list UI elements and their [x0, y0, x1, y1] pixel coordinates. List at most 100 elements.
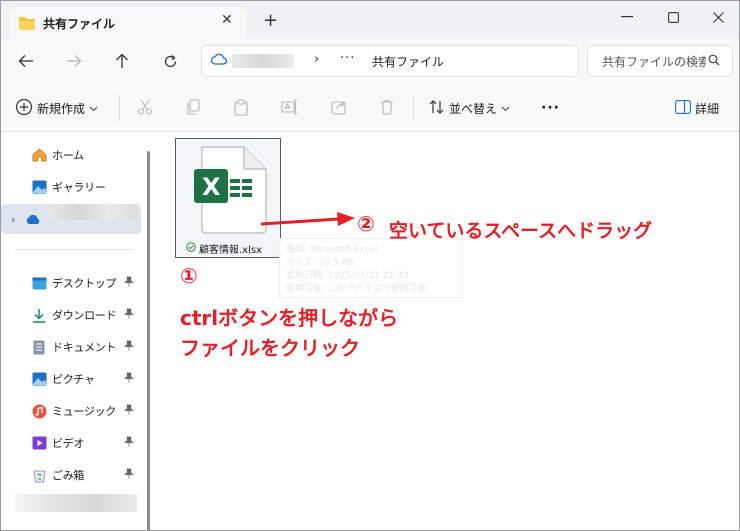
more-options-button[interactable]: ··· [541, 97, 560, 119]
pin-icon [123, 372, 135, 386]
step2-instruction: 空いているスペースへドラッグ [389, 220, 653, 242]
file-tooltip: 種類: Microsoft Excel サイズ: 20.5 KB 更新日時: 2… [279, 238, 463, 298]
sidebar-item-label: ピクチャ [52, 373, 95, 386]
pictures-icon [31, 371, 47, 387]
search-box[interactable]: 共有ファイルの検索 [587, 45, 733, 77]
sidebar-item-label: ダウンロード [52, 309, 117, 322]
arrow-right-icon [67, 55, 82, 67]
recycle-bin-icon [31, 467, 47, 483]
command-bar: 新規作成 並べ替え ··· 詳細 [1, 83, 739, 132]
details-label: 詳細 [695, 101, 720, 116]
sidebar-item-documents[interactable]: ドキュメント [15, 335, 141, 359]
blurred-sidebar-item [15, 494, 137, 512]
sidebar-item-desktop[interactable]: デスクトップ [15, 271, 141, 295]
download-icon [31, 307, 47, 323]
step2-number: ② [357, 212, 375, 236]
sidebar-item-gallery[interactable]: ギャラリー [15, 175, 141, 199]
chevron-down-icon [501, 101, 510, 115]
navigation-pane: ホーム ギャラリー › デスクトップ ダウンロード ドキュメント ピクチャ ミュ… [1, 132, 151, 530]
refresh-icon [164, 54, 176, 67]
details-button[interactable]: 詳細 [675, 97, 719, 119]
delete-button[interactable] [377, 97, 397, 117]
document-icon [31, 339, 47, 355]
file-item-selected[interactable]: X 顧客情報.xlsx [175, 138, 281, 258]
share-button[interactable] [329, 97, 349, 117]
divider [119, 95, 120, 121]
maximize-button[interactable] [653, 4, 693, 30]
sort-button[interactable]: 並べ替え [429, 97, 510, 119]
file-name: 顧客情報.xlsx [186, 241, 262, 256]
copy-button[interactable] [183, 97, 203, 117]
arrow-up-icon [116, 53, 128, 68]
sidebar-item-label: ドキュメント [52, 341, 117, 354]
sidebar-item-home[interactable]: ホーム [15, 143, 141, 167]
breadcrumb-overflow-button[interactable]: ··· [340, 51, 355, 66]
sidebar-item-downloads[interactable]: ダウンロード [15, 303, 141, 327]
step1-instruction-line1: ctrlボタンを押しながら [180, 306, 399, 330]
file-explorer-window: 共有ファイル ✕ + › ··· 共有ファイル 共有ファイルの検索 新規作成 並… [0, 0, 740, 531]
onedrive-cloud-icon [25, 211, 41, 227]
search-placeholder: 共有ファイルの検索 [602, 55, 706, 69]
close-window-button[interactable] [698, 4, 738, 30]
navigation-bar: › ··· 共有ファイル 共有ファイルの検索 [1, 39, 739, 83]
file-list-area[interactable]: X 顧客情報.xlsx 種類: Microsoft Excel サイズ: 20.… [153, 132, 739, 530]
sidebar-item-label: ビデオ [52, 437, 85, 450]
step1-instruction-line2: ファイルをクリック [180, 336, 360, 360]
minimize-icon [621, 16, 633, 18]
sidebar-item-label: ごみ箱 [52, 469, 85, 482]
breadcrumb-chevron[interactable]: › [314, 52, 319, 67]
forward-button[interactable] [63, 51, 85, 71]
music-icon [31, 403, 47, 419]
step1-number: ① [180, 264, 198, 288]
up-button[interactable] [111, 51, 133, 71]
trash-icon [381, 99, 393, 115]
title-bar: 共有ファイル ✕ + [1, 1, 739, 39]
address-bar[interactable]: › ··· 共有ファイル [201, 45, 579, 77]
pin-icon [123, 436, 135, 450]
sidebar-item-label: ミュージック [52, 405, 116, 418]
cut-button[interactable] [135, 97, 155, 117]
pin-icon [123, 468, 135, 482]
minimize-button[interactable] [607, 4, 647, 30]
new-tab-button[interactable]: + [263, 10, 278, 31]
share-icon [331, 101, 346, 115]
details-pane-icon [675, 99, 691, 117]
desktop-icon [31, 275, 47, 291]
video-icon [31, 435, 47, 451]
sidebar-item-label: ホーム [52, 149, 84, 162]
maximize-icon [667, 11, 679, 23]
pin-icon [123, 308, 135, 322]
rename-icon [280, 99, 297, 115]
scissors-icon [137, 99, 153, 115]
sidebar-item-videos[interactable]: ビデオ [15, 431, 141, 455]
back-button[interactable] [15, 51, 37, 71]
gallery-icon [31, 179, 47, 195]
blurred-path-segment [232, 54, 294, 68]
pin-icon [123, 340, 135, 354]
blurred-account-name [49, 204, 137, 220]
tab-title: 共有ファイル [43, 17, 116, 31]
clipboard-icon [234, 98, 248, 116]
divider [15, 249, 133, 250]
sort-icon [429, 99, 445, 118]
tab-close-button[interactable]: ✕ [221, 12, 233, 28]
arrow-left-icon [18, 55, 33, 67]
sort-label: 並べ替え [449, 101, 498, 116]
sidebar-item-pictures[interactable]: ピクチャ [15, 367, 141, 391]
refresh-button[interactable] [159, 51, 181, 71]
sidebar-item-music[interactable]: ミュージック [15, 399, 141, 423]
rename-button[interactable] [279, 97, 299, 117]
tab-shared-files[interactable]: 共有ファイル ✕ [9, 7, 247, 39]
sidebar-scrollbar[interactable] [147, 151, 150, 530]
paste-button[interactable] [231, 97, 251, 117]
sidebar-item-recycle-bin[interactable]: ごみ箱 [15, 463, 141, 487]
file-name-label: 顧客情報.xlsx [199, 245, 263, 256]
folder-icon [19, 17, 35, 33]
pin-icon [123, 276, 135, 290]
close-icon [712, 11, 724, 23]
breadcrumb-current[interactable]: 共有ファイル [372, 53, 444, 70]
copy-icon [187, 99, 200, 115]
new-button[interactable]: 新規作成 [15, 97, 98, 119]
sidebar-item-label: ギャラリー [52, 181, 106, 194]
search-icon [708, 54, 720, 69]
